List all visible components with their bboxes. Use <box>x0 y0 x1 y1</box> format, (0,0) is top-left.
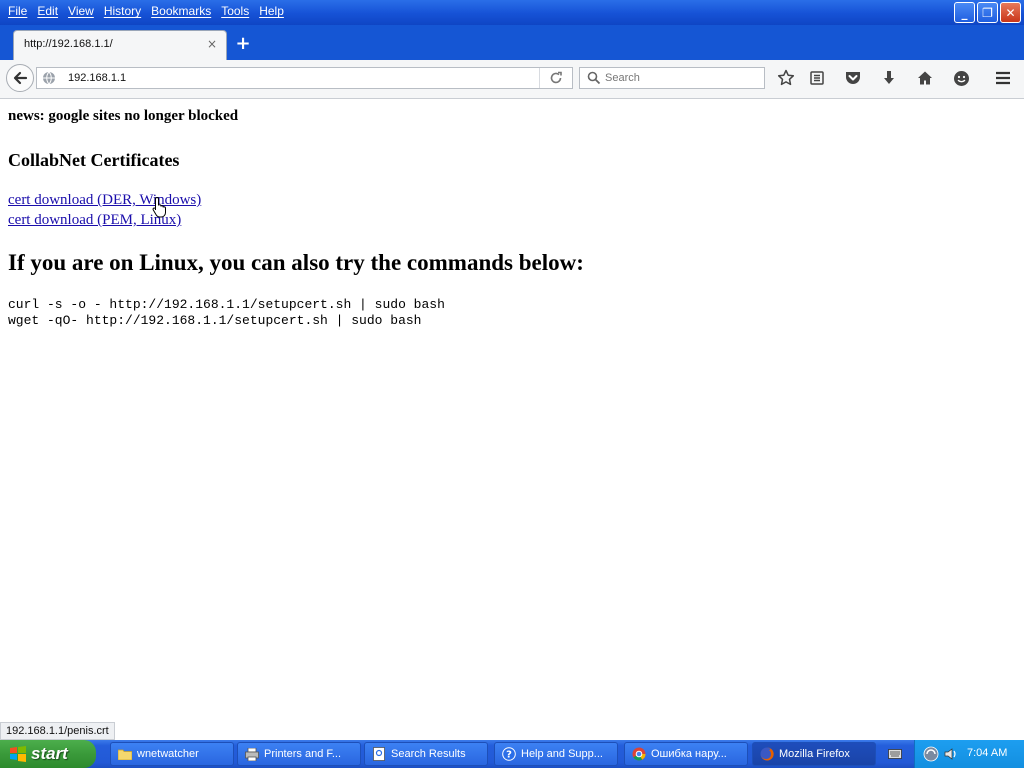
taskbar-item-label: Ошибка нару... <box>651 748 727 760</box>
taskbar-item-chrome[interactable]: Ошибка нару... <box>624 742 748 766</box>
menu-edit[interactable]: Edit <box>37 4 58 18</box>
reload-button[interactable] <box>539 68 572 88</box>
globe-icon <box>43 71 55 85</box>
search-icon <box>587 71 601 85</box>
window-titlebar: File Edit View History Bookmarks Tools H… <box>0 0 1024 25</box>
menu-button[interactable] <box>993 68 1013 88</box>
home-button[interactable] <box>915 68 935 88</box>
system-tray: 7:04 AM <box>914 740 1024 768</box>
browser-tab[interactable]: http://192.168.1.1/ × <box>13 30 227 60</box>
svg-text:?: ? <box>506 750 512 761</box>
taskbar-item-label: Mozilla Firefox <box>779 748 850 760</box>
bookmark-star-button[interactable] <box>776 68 796 88</box>
search-results-icon <box>372 747 386 761</box>
taskbar: start wnetwatcher Printers and F... Sear… <box>0 740 1024 768</box>
hamburger-menu-icon <box>996 71 1010 85</box>
pocket-icon <box>846 72 860 84</box>
keyboard-language-button[interactable] <box>885 744 905 764</box>
volume-icon[interactable] <box>943 746 959 767</box>
url-bar[interactable]: 192.168.1.1 <box>36 67 573 89</box>
close-window-button[interactable]: ✕ <box>1000 2 1021 23</box>
taskbar-item-label: Search Results <box>391 748 466 760</box>
taskbar-item-printers[interactable]: Printers and F... <box>237 742 361 766</box>
url-text[interactable]: 192.168.1.1 <box>68 72 126 84</box>
printer-icon <box>245 747 259 761</box>
windows-flag-icon <box>10 746 26 762</box>
back-arrow-icon <box>13 71 28 85</box>
network-status-icon[interactable] <box>923 746 939 767</box>
home-icon <box>918 71 932 85</box>
tab-title: http://192.168.1.1/ <box>24 38 113 50</box>
taskbar-item-label: wnetwatcher <box>137 748 199 760</box>
menu-file[interactable]: File <box>8 4 27 18</box>
status-bar: 192.168.1.1/penis.crt <box>0 722 115 740</box>
back-button[interactable] <box>6 64 34 92</box>
menu-bookmarks[interactable]: Bookmarks <box>151 4 211 18</box>
star-icon <box>777 69 795 86</box>
linux-commands-heading: If you are on Linux, you can also try th… <box>8 250 584 275</box>
taskbar-item-help[interactable]: ? Help and Supp... <box>494 742 618 766</box>
cert-download-der-link[interactable]: cert download (DER, Windows) <box>8 192 201 209</box>
new-tab-button[interactable]: + <box>234 33 252 54</box>
taskbar-item-label: Printers and F... <box>264 748 342 760</box>
reading-list-button[interactable] <box>807 68 827 88</box>
wget-command: wget -qO- http://192.168.1.1/setupcert.s… <box>8 313 422 328</box>
search-input[interactable]: Search <box>579 67 765 89</box>
taskbar-item-wnetwatcher[interactable]: wnetwatcher <box>110 742 234 766</box>
news-line: news: google sites no longer blocked <box>8 108 239 124</box>
menu-view[interactable]: View <box>68 4 94 18</box>
pocket-button[interactable] <box>843 68 863 88</box>
taskbar-item-firefox[interactable]: Mozilla Firefox <box>752 742 876 766</box>
certificates-heading: CollabNet Certificates <box>8 150 180 170</box>
menu-help[interactable]: Help <box>259 4 284 18</box>
menu-tools[interactable]: Tools <box>221 4 249 18</box>
taskbar-item-search-results[interactable]: Search Results <box>364 742 488 766</box>
tab-close-icon[interactable]: × <box>207 37 217 51</box>
smiley-icon <box>953 70 969 86</box>
bookmarks-list-icon <box>810 71 824 85</box>
minimize-button[interactable]: _ <box>954 2 975 23</box>
download-icon <box>884 71 894 84</box>
navigation-toolbar: 192.168.1.1 Search <box>0 60 1024 99</box>
reload-icon <box>550 71 562 84</box>
clock: 7:04 AM <box>967 747 1008 759</box>
folder-icon <box>118 747 132 761</box>
restore-button[interactable]: ❐ <box>977 2 998 23</box>
chrome-icon <box>632 747 646 761</box>
firefox-icon <box>760 747 774 761</box>
hello-button[interactable] <box>951 68 971 88</box>
keyboard-icon <box>888 749 902 759</box>
hand-pointer-icon <box>152 196 166 218</box>
curl-command: curl -s -o - http://192.168.1.1/setupcer… <box>8 297 445 312</box>
start-label: start <box>31 744 68 763</box>
menu-bar: File Edit View History Bookmarks Tools H… <box>0 0 289 22</box>
taskbar-item-label: Help and Supp... <box>521 748 603 760</box>
downloads-button[interactable] <box>879 68 899 88</box>
help-icon: ? <box>502 747 516 761</box>
window-controls: _ ❐ ✕ <box>954 2 1021 23</box>
search-placeholder: Search <box>605 72 640 84</box>
start-button[interactable]: start <box>0 740 96 768</box>
menu-history[interactable]: History <box>104 4 141 18</box>
